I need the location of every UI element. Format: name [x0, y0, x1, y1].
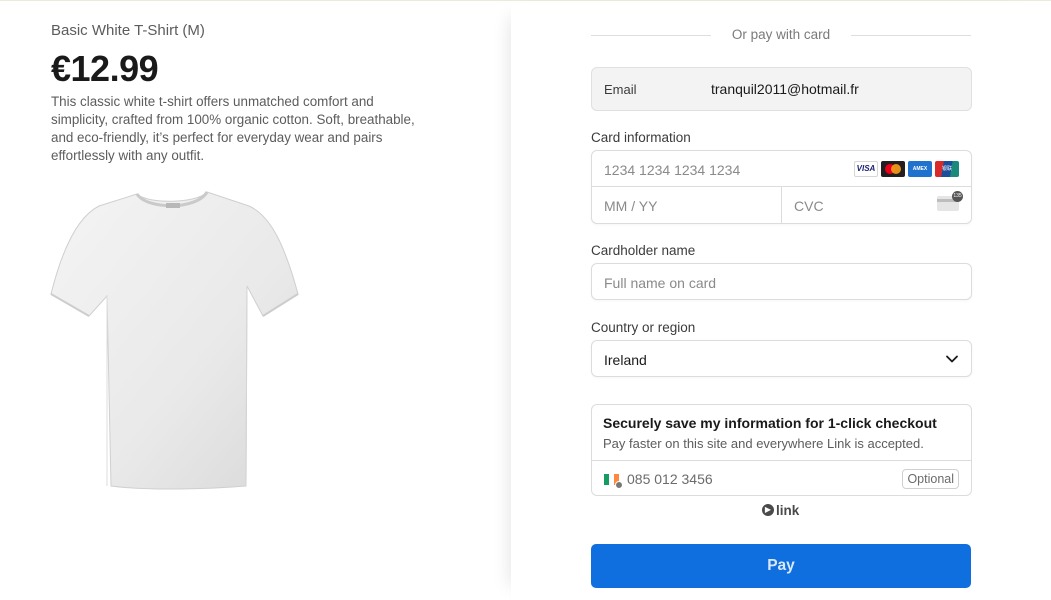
card-expiry-input[interactable]: MM / YY — [592, 187, 782, 224]
link-arrow-icon: ▶ — [762, 504, 774, 516]
optional-badge: Optional — [902, 469, 959, 489]
expiry-placeholder: MM / YY — [604, 198, 658, 214]
cvc-placeholder: CVC — [794, 198, 824, 214]
pay-button[interactable]: Pay — [591, 544, 971, 588]
product-name: Basic White T-Shirt (M) — [51, 22, 205, 39]
pay-with-card-divider: Or pay with card — [591, 26, 971, 44]
card-information-group: 1234 1234 1234 1234 VISA AMEX 银联 MM / YY… — [591, 150, 972, 224]
link-logo-text: link — [776, 502, 800, 518]
email-value[interactable]: tranquil2011@hotmail.fr — [711, 81, 859, 97]
card-cvc-input[interactable]: CVC 135 — [782, 187, 972, 224]
divider-line — [851, 35, 971, 36]
link-save-title: Securely save my information for 1-click… — [603, 415, 937, 431]
country-value: Ireland — [604, 352, 647, 368]
product-price: €12.99 — [51, 48, 159, 89]
card-number-input[interactable]: 1234 1234 1234 1234 VISA AMEX 银联 — [592, 151, 971, 187]
cardholder-name-label: Cardholder name — [591, 243, 696, 258]
cardholder-placeholder: Full name on card — [604, 275, 717, 291]
tshirt-image — [50, 191, 299, 490]
link-save-subtitle: Pay faster on this site and everywhere L… — [603, 436, 924, 451]
country-select[interactable]: Ireland — [591, 340, 972, 377]
link-save-info-box: Securely save my information for 1-click… — [591, 404, 972, 496]
checkout-form: Or pay with card Email tranquil2011@hotm… — [511, 3, 1051, 600]
link-logo[interactable]: ▶ link — [762, 502, 799, 518]
country-label: Country or region — [591, 320, 696, 335]
flag-dropdown-badge — [615, 481, 623, 489]
email-field[interactable]: Email tranquil2011@hotmail.fr — [591, 67, 972, 111]
phone-number-input[interactable]: 085 012 3456 Optional — [592, 460, 971, 496]
amex-icon: AMEX — [908, 161, 932, 177]
card-brands: VISA AMEX 银联 — [854, 161, 959, 177]
cvc-card-icon: 135 — [937, 191, 963, 211]
product-summary: Basic White T-Shirt (M) €12.99 This clas… — [0, 3, 511, 600]
cvc-number: 135 — [952, 191, 963, 202]
card-information-label: Card information — [591, 130, 691, 145]
product-description: This classic white t-shirt offers unmatc… — [51, 94, 415, 163]
visa-icon: VISA — [854, 161, 878, 177]
ireland-flag-icon[interactable] — [604, 474, 623, 489]
cardholder-name-input[interactable]: Full name on card — [591, 263, 972, 300]
unionpay-icon: 银联 — [935, 161, 959, 177]
phone-placeholder: 085 012 3456 — [627, 471, 713, 487]
email-label: Email — [604, 82, 637, 97]
card-number-placeholder: 1234 1234 1234 1234 — [604, 162, 741, 178]
mastercard-icon — [881, 161, 905, 177]
chevron-down-icon — [946, 355, 958, 363]
